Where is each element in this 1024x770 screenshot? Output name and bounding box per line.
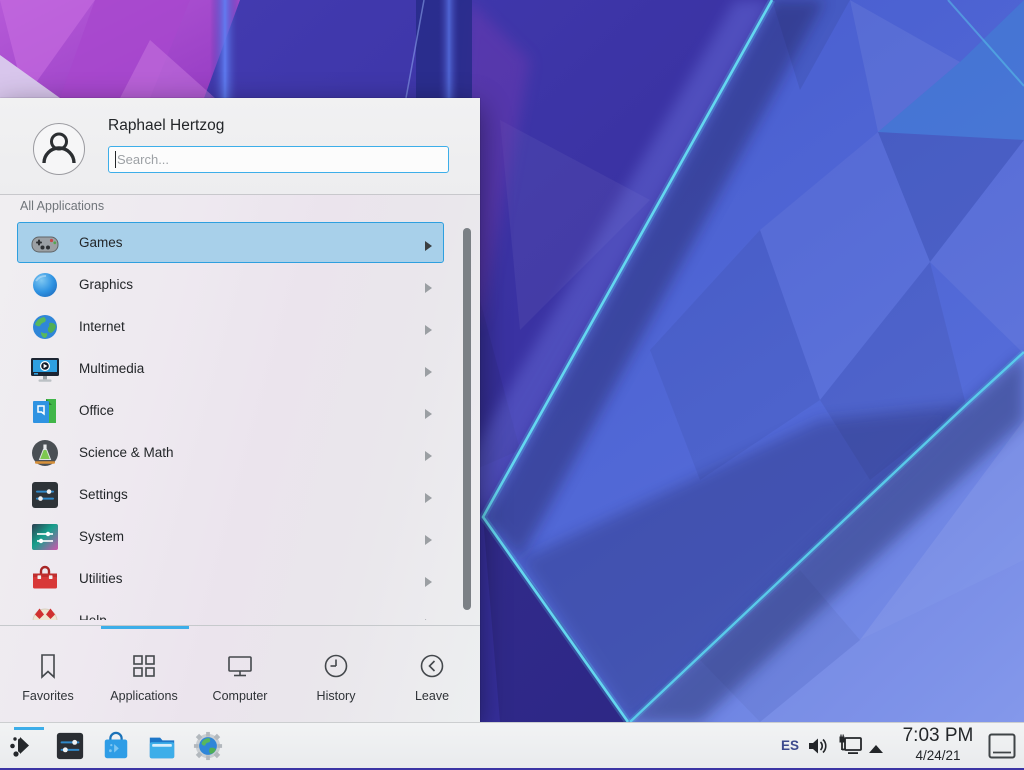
leave-circle-icon <box>417 651 447 681</box>
clock-date: 4/24/21 <box>893 747 983 764</box>
submenu-arrow-icon <box>424 280 432 290</box>
web-browser-button[interactable] <box>193 731 223 761</box>
submenu-arrow-icon <box>424 574 432 584</box>
application-launcher-menu: Raphael Hertzog All Applications <box>0 98 480 722</box>
toolbox-icon <box>29 563 61 595</box>
menu-item-multimedia[interactable]: Multimedia <box>0 348 480 390</box>
discover-bag-icon <box>101 748 131 765</box>
menu-item-games[interactable]: Games <box>0 222 480 264</box>
system-sliders-icon <box>29 521 61 553</box>
media-monitor-icon <box>29 353 61 385</box>
text-cursor <box>115 151 116 168</box>
application-launcher-button[interactable] <box>6 727 40 765</box>
submenu-arrow-icon <box>424 238 432 248</box>
tab-label: Favorites <box>22 689 73 703</box>
tab-label: Applications <box>110 689 177 703</box>
menu-item-utilities[interactable]: Utilities <box>0 558 480 600</box>
clock-time: 7:03 PM <box>893 725 983 747</box>
menu-item-graphics[interactable]: Graphics <box>0 264 480 306</box>
submenu-arrow-icon <box>424 532 432 542</box>
bookmark-icon <box>33 651 63 681</box>
menu-item-system[interactable]: System <box>0 516 480 558</box>
document-icon <box>29 395 61 427</box>
menu-item-label: Internet <box>79 306 125 348</box>
scrollbar-thumb[interactable] <box>463 228 471 610</box>
globe-icon <box>29 311 61 343</box>
menu-item-internet[interactable]: Internet <box>0 306 480 348</box>
user-avatar-icon <box>34 124 84 174</box>
menu-item-label: Games <box>79 222 123 264</box>
clock-icon <box>321 651 351 681</box>
globe-gear-icon <box>193 748 223 765</box>
menu-item-label: Science & Math <box>79 432 174 474</box>
help-buoy-icon <box>29 605 61 620</box>
sphere-icon <box>29 269 61 301</box>
tab-history[interactable]: History <box>288 626 384 723</box>
applications-list: Games Graphics <box>0 222 480 620</box>
active-task-indicator <box>14 727 44 730</box>
submenu-arrow-icon <box>424 364 432 374</box>
menu-item-label: Office <box>79 390 114 432</box>
submenu-arrow-icon <box>424 448 432 458</box>
section-label: All Applications <box>20 199 104 213</box>
speaker-icon[interactable] <box>807 736 829 761</box>
settings-sliders-icon <box>55 748 85 765</box>
menu-item-label: Graphics <box>79 264 133 306</box>
taskbar: ES 7:03 PM 4/24/21 <box>0 722 1024 768</box>
tab-label: History <box>317 689 356 703</box>
menu-item-label: Utilities <box>79 558 123 600</box>
submenu-arrow-icon <box>424 406 432 416</box>
monitor-icon <box>225 651 255 681</box>
user-avatar[interactable] <box>33 123 85 175</box>
submenu-arrow-icon <box>424 616 432 620</box>
launcher-tab-bar: Favorites Applications Computer <box>0 625 480 723</box>
app-grid-icon <box>129 651 159 681</box>
tab-label: Leave <box>415 689 449 703</box>
menu-item-label: Help <box>79 600 107 620</box>
scrollbar[interactable] <box>463 228 471 610</box>
sliders-icon <box>29 479 61 511</box>
keyboard-layout-indicator[interactable]: ES <box>778 723 802 769</box>
flask-icon <box>29 437 61 469</box>
menu-item-science[interactable]: Science & Math <box>0 432 480 474</box>
kde-kickoff-icon <box>6 752 40 769</box>
launcher-header: Raphael Hertzog <box>0 98 480 195</box>
clock-widget[interactable]: 7:03 PM 4/24/21 <box>893 725 983 764</box>
desktop: Raphael Hertzog All Applications <box>0 0 1024 768</box>
menu-item-label: System <box>79 516 124 558</box>
tab-leave[interactable]: Leave <box>384 626 480 723</box>
folder-icon <box>147 748 177 765</box>
discover-button[interactable] <box>101 731 131 761</box>
wired-network-icon[interactable] <box>837 734 863 763</box>
show-desktop-button[interactable] <box>988 733 1016 759</box>
menu-item-settings[interactable]: Settings <box>0 474 480 516</box>
user-name: Raphael Hertzog <box>108 117 224 135</box>
search-input[interactable] <box>108 146 449 173</box>
menu-item-label: Settings <box>79 474 128 516</box>
show-desktop-icon <box>988 733 1016 759</box>
system-settings-button[interactable] <box>55 731 85 761</box>
submenu-arrow-icon <box>424 490 432 500</box>
search-input-wrapper <box>108 146 449 173</box>
caret-up-icon[interactable] <box>868 741 884 759</box>
file-manager-button[interactable] <box>147 731 177 761</box>
tab-label: Computer <box>213 689 268 703</box>
menu-item-label: Multimedia <box>79 348 144 390</box>
menu-item-office[interactable]: Office <box>0 390 480 432</box>
menu-item-help[interactable]: Help <box>0 600 480 620</box>
tab-computer[interactable]: Computer <box>192 626 288 723</box>
tab-applications[interactable]: Applications <box>96 626 192 723</box>
tab-favorites[interactable]: Favorites <box>0 626 96 723</box>
gamepad-icon <box>29 227 61 259</box>
active-tab-indicator <box>101 626 189 629</box>
submenu-arrow-icon <box>424 322 432 332</box>
